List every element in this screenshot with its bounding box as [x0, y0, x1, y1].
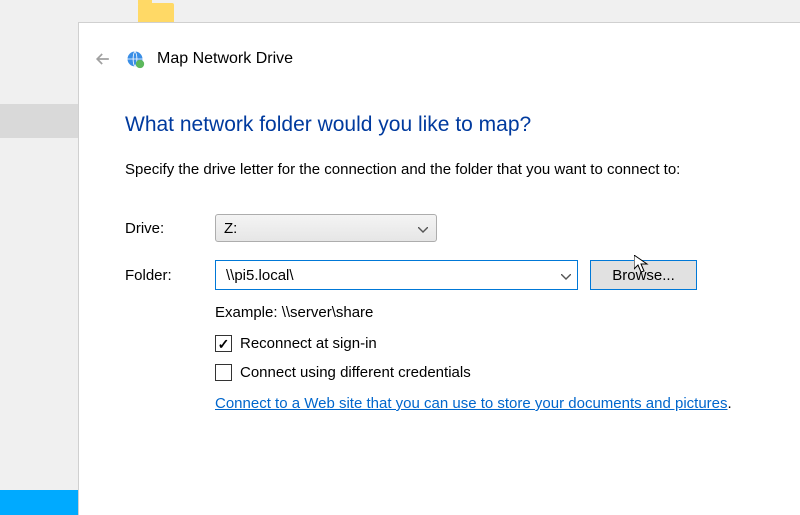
drive-label: Drive:	[125, 220, 215, 237]
background-taskbar-fragment	[0, 490, 78, 515]
credentials-checkbox[interactable]	[215, 364, 232, 381]
reconnect-label: Reconnect at sign-in	[240, 335, 377, 352]
credentials-label: Connect using different credentials	[240, 364, 471, 381]
dialog-content: What network folder would you like to ma…	[79, 85, 800, 412]
reconnect-checkbox-row[interactable]: Reconnect at sign-in	[215, 335, 800, 352]
instruction-text: Specify the drive letter for the connect…	[125, 161, 800, 178]
network-drive-icon	[125, 49, 145, 69]
reconnect-checkbox[interactable]	[215, 335, 232, 352]
back-arrow-icon[interactable]	[93, 49, 113, 69]
browse-button[interactable]: Browse...	[590, 260, 697, 290]
folder-input[interactable]	[224, 266, 561, 285]
website-link[interactable]: Connect to a Web site that you can use t…	[215, 395, 728, 412]
drive-select[interactable]: Z:	[215, 214, 437, 242]
chevron-down-icon	[418, 220, 428, 237]
folder-row: Folder: Browse...	[125, 260, 800, 290]
example-text: Example: \\server\share	[215, 304, 800, 321]
folder-label: Folder:	[125, 267, 215, 284]
background-selection-strip	[0, 104, 78, 138]
dialog-titlebar: Map Network Drive	[79, 23, 800, 85]
website-link-row: Connect to a Web site that you can use t…	[215, 395, 800, 412]
period: .	[728, 395, 732, 412]
chevron-down-icon[interactable]	[561, 267, 571, 284]
credentials-checkbox-row[interactable]: Connect using different credentials	[215, 364, 800, 381]
page-heading: What network folder would you like to ma…	[125, 113, 800, 137]
drive-selected-value: Z:	[224, 220, 237, 237]
map-network-drive-dialog: Map Network Drive What network folder wo…	[78, 22, 800, 515]
drive-row: Drive: Z:	[125, 214, 800, 242]
indented-options: Example: \\server\share Reconnect at sig…	[215, 304, 800, 412]
folder-combobox[interactable]	[215, 260, 578, 290]
dialog-title: Map Network Drive	[157, 50, 293, 68]
